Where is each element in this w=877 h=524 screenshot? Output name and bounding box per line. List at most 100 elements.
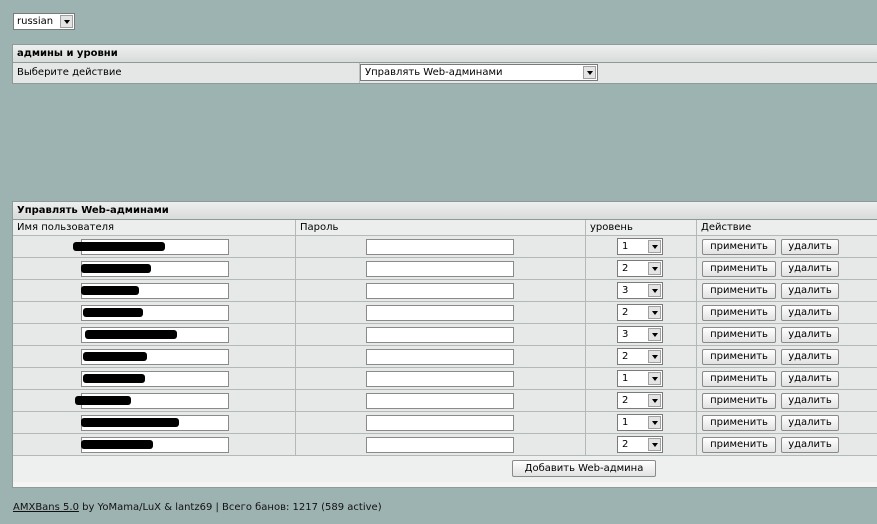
level-select[interactable]: 3: [617, 326, 663, 343]
amxbans-link[interactable]: AMXBans 5.0: [13, 502, 79, 513]
password-cell: [296, 346, 586, 367]
redaction-mark: [83, 308, 143, 317]
chevron-down-icon[interactable]: [648, 240, 661, 253]
chevron-down-icon[interactable]: [648, 328, 661, 341]
apply-button[interactable]: применить: [702, 392, 776, 409]
action-cell: применить удалить: [697, 258, 877, 279]
level-select[interactable]: 1: [617, 414, 663, 431]
username-cell: [13, 368, 296, 389]
level-select[interactable]: 3: [617, 282, 663, 299]
level-select-value: 3: [622, 329, 629, 340]
level-select[interactable]: 2: [617, 392, 663, 409]
redaction-mark: [75, 396, 131, 405]
table-row: 1 применить удалить: [13, 368, 877, 390]
table-body: 1 применить удалить 2 применить удалить 3 приме…: [13, 236, 877, 456]
delete-button[interactable]: удалить: [781, 282, 839, 299]
delete-button[interactable]: удалить: [781, 436, 839, 453]
table-row: 2 применить удалить: [13, 258, 877, 280]
password-cell: [296, 412, 586, 433]
delete-button[interactable]: удалить: [781, 348, 839, 365]
level-select-value: 2: [622, 395, 629, 406]
action-select[interactable]: Управлять Web-админами: [360, 64, 598, 81]
table-row: 2 применить удалить: [13, 434, 877, 456]
level-select[interactable]: 2: [617, 348, 663, 365]
action-cell: применить удалить: [697, 412, 877, 433]
level-select[interactable]: 1: [617, 370, 663, 387]
delete-button[interactable]: удалить: [781, 414, 839, 431]
username-cell: [13, 346, 296, 367]
language-select-value: russian: [17, 16, 54, 27]
apply-button[interactable]: применить: [702, 238, 776, 255]
level-select[interactable]: 2: [617, 260, 663, 277]
level-cell: 2: [586, 434, 697, 455]
apply-button[interactable]: применить: [702, 436, 776, 453]
redaction-mark: [73, 242, 165, 251]
level-select-value: 3: [622, 285, 629, 296]
redaction-mark: [85, 330, 177, 339]
language-select[interactable]: russian: [13, 13, 75, 30]
password-cell: [296, 236, 586, 257]
action-select-value: Управлять Web-админами: [365, 67, 503, 78]
apply-button[interactable]: применить: [702, 304, 776, 321]
level-select[interactable]: 2: [617, 436, 663, 453]
level-select[interactable]: 2: [617, 304, 663, 321]
apply-button[interactable]: применить: [702, 282, 776, 299]
delete-button[interactable]: удалить: [781, 304, 839, 321]
delete-button[interactable]: удалить: [781, 238, 839, 255]
apply-button[interactable]: применить: [702, 414, 776, 431]
chevron-down-icon[interactable]: [648, 372, 661, 385]
admins-levels-panel: админы и уровни Выберите действие Управл…: [12, 44, 877, 84]
chevron-down-icon[interactable]: [648, 284, 661, 297]
footer: AMXBans 5.0 by YoMama/LuX & lantz69 | Вс…: [13, 502, 382, 513]
panel-title: админы и уровни: [13, 45, 877, 63]
password-input[interactable]: [366, 260, 514, 277]
chevron-down-icon[interactable]: [648, 416, 661, 429]
level-select-value: 1: [622, 373, 629, 384]
apply-button[interactable]: применить: [702, 348, 776, 365]
redaction-mark: [81, 440, 153, 449]
level-cell: 2: [586, 390, 697, 411]
level-cell: 1: [586, 236, 697, 257]
column-header-username: Имя пользователя: [13, 220, 296, 235]
password-input[interactable]: [366, 414, 514, 431]
chevron-down-icon[interactable]: [648, 350, 661, 363]
password-input[interactable]: [366, 238, 514, 255]
footer-text: by YoMama/LuX & lantz69 | Всего банов: 1…: [78, 502, 382, 513]
add-webadmin-button[interactable]: Добавить Web-админа: [512, 460, 656, 477]
chevron-down-icon[interactable]: [648, 262, 661, 275]
apply-button[interactable]: применить: [702, 370, 776, 387]
level-select-value: 2: [622, 439, 629, 450]
delete-button[interactable]: удалить: [781, 326, 839, 343]
apply-button[interactable]: применить: [702, 326, 776, 343]
password-input[interactable]: [366, 370, 514, 387]
delete-button[interactable]: удалить: [781, 370, 839, 387]
action-cell: применить удалить: [697, 390, 877, 411]
username-cell: [13, 390, 296, 411]
level-select[interactable]: 1: [617, 238, 663, 255]
password-input[interactable]: [366, 304, 514, 321]
chevron-down-icon[interactable]: [60, 15, 73, 28]
delete-button[interactable]: удалить: [781, 392, 839, 409]
password-input[interactable]: [366, 348, 514, 365]
password-input[interactable]: [366, 392, 514, 409]
table-row: 2 применить удалить: [13, 346, 877, 368]
password-input[interactable]: [366, 326, 514, 343]
action-cell: применить удалить: [697, 236, 877, 257]
chevron-down-icon[interactable]: [648, 438, 661, 451]
chevron-down-icon[interactable]: [583, 66, 596, 79]
table-header: Имя пользователя Пароль уровень Действие: [13, 220, 877, 236]
chevron-down-icon[interactable]: [648, 306, 661, 319]
action-cell: применить удалить: [697, 280, 877, 301]
delete-button[interactable]: удалить: [781, 260, 839, 277]
chevron-down-icon[interactable]: [648, 394, 661, 407]
level-select-value: 1: [622, 241, 629, 252]
apply-button[interactable]: применить: [702, 260, 776, 277]
action-cell: применить удалить: [697, 302, 877, 323]
level-select-value: 2: [622, 351, 629, 362]
column-header-password: Пароль: [296, 220, 586, 235]
password-input[interactable]: [366, 282, 514, 299]
table-row: 2 применить удалить: [13, 302, 877, 324]
password-cell: [296, 434, 586, 455]
password-input[interactable]: [366, 436, 514, 453]
action-cell: применить удалить: [697, 324, 877, 345]
